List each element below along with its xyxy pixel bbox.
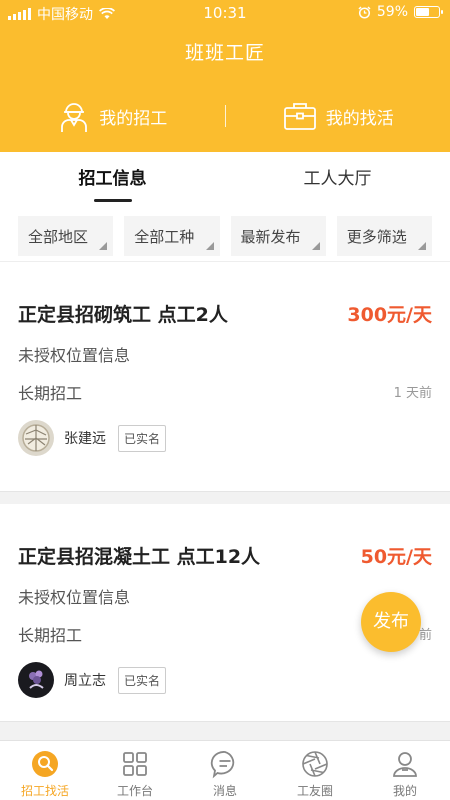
battery-percent: 59% bbox=[376, 4, 408, 20]
filter-trade-label: 全部工种 bbox=[134, 228, 195, 246]
job-location: 未授权位置信息 bbox=[18, 346, 131, 365]
briefcase-icon bbox=[283, 103, 316, 130]
dropdown-corner-icon bbox=[99, 242, 108, 250]
bottom-nav: 招工找活 工作台 消息 工友圈 我的 bbox=[0, 740, 450, 800]
nav-workbench[interactable]: 工作台 bbox=[90, 741, 180, 800]
dropdown-corner-icon bbox=[311, 242, 320, 250]
worker-icon bbox=[61, 103, 88, 132]
job-price: 300元/天 bbox=[347, 304, 432, 326]
filter-region[interactable]: 全部地区 bbox=[18, 216, 114, 256]
job-card[interactable]: 正定县招砌筑工 点工2人 300元/天 未授权位置信息 长期招工 1 天前 张建… bbox=[0, 262, 450, 492]
nav-recruit-label: 招工找活 bbox=[20, 784, 69, 798]
job-time: 1 天前 bbox=[393, 386, 432, 401]
my-jobs-button[interactable]: 我的找活 bbox=[226, 100, 450, 132]
nav-recruit[interactable]: 招工找活 bbox=[0, 741, 90, 800]
filter-more[interactable]: 更多筛选 bbox=[336, 216, 432, 256]
status-bar: 中国移动 10:31 59% bbox=[0, 0, 450, 26]
nav-workmates[interactable]: 工友圈 bbox=[270, 741, 360, 800]
avatar[interactable] bbox=[18, 420, 54, 456]
nav-messages[interactable]: 消息 bbox=[180, 741, 270, 800]
job-location: 未授权位置信息 bbox=[18, 588, 131, 607]
nav-workbench-label: 工作台 bbox=[116, 784, 153, 798]
filter-latest[interactable]: 最新发布 bbox=[230, 216, 326, 256]
nav-mine[interactable]: 我的 bbox=[360, 741, 450, 800]
nav-messages-label: 消息 bbox=[212, 784, 237, 798]
job-price: 50元/天 bbox=[360, 546, 432, 568]
app-title: 班班工匠 bbox=[184, 42, 265, 64]
filter-latest-label: 最新发布 bbox=[240, 228, 301, 246]
my-recruit-button[interactable]: 我的招工 bbox=[0, 99, 225, 133]
filter-region-label: 全部地区 bbox=[28, 228, 89, 246]
filter-trade[interactable]: 全部工种 bbox=[124, 216, 220, 256]
filter-more-label: 更多筛选 bbox=[346, 228, 407, 246]
grid-icon bbox=[123, 752, 147, 776]
app-header: 中国移动 10:31 59% 班班工匠 我的招工 我的找活 bbox=[0, 0, 450, 152]
my-recruit-label: 我的招工 bbox=[99, 108, 168, 129]
nav-mine-label: 我的 bbox=[392, 784, 417, 798]
publish-button[interactable]: 发布 bbox=[361, 592, 421, 652]
battery-icon bbox=[414, 6, 443, 18]
dropdown-corner-icon bbox=[418, 242, 426, 250]
poster-name: 周立志 bbox=[64, 673, 106, 689]
tab-worker-hall[interactable]: 工人大厅 bbox=[225, 152, 450, 202]
profile-icon bbox=[393, 752, 417, 777]
job-term: 长期招工 bbox=[18, 626, 83, 645]
search-person-icon bbox=[32, 751, 58, 777]
dropdown-corner-icon bbox=[205, 242, 214, 250]
job-time: 前 bbox=[418, 628, 432, 643]
job-term: 长期招工 bbox=[18, 384, 83, 403]
my-jobs-label: 我的找活 bbox=[325, 108, 394, 129]
nav-workmates-label: 工友圈 bbox=[296, 784, 333, 798]
tab-bar: 招工信息 工人大厅 bbox=[0, 152, 450, 202]
alarm-icon bbox=[358, 5, 371, 19]
message-icon bbox=[210, 751, 235, 779]
job-poster: 周立志 已实名 bbox=[18, 662, 167, 698]
job-title: 正定县招混凝土工 点工12人 bbox=[18, 546, 261, 568]
verified-badge: 已实名 bbox=[118, 666, 167, 694]
avatar[interactable] bbox=[18, 662, 54, 698]
tab-recruit-info[interactable]: 招工信息 bbox=[0, 152, 225, 202]
poster-name: 张建远 bbox=[64, 431, 106, 447]
job-title: 正定县招砌筑工 点工2人 bbox=[18, 304, 228, 326]
verified-badge: 已实名 bbox=[118, 424, 167, 452]
filter-bar: 全部地区 全部工种 最新发布 更多筛选 bbox=[0, 202, 450, 262]
aperture-icon bbox=[302, 751, 328, 777]
job-poster: 张建远 已实名 bbox=[18, 420, 167, 456]
